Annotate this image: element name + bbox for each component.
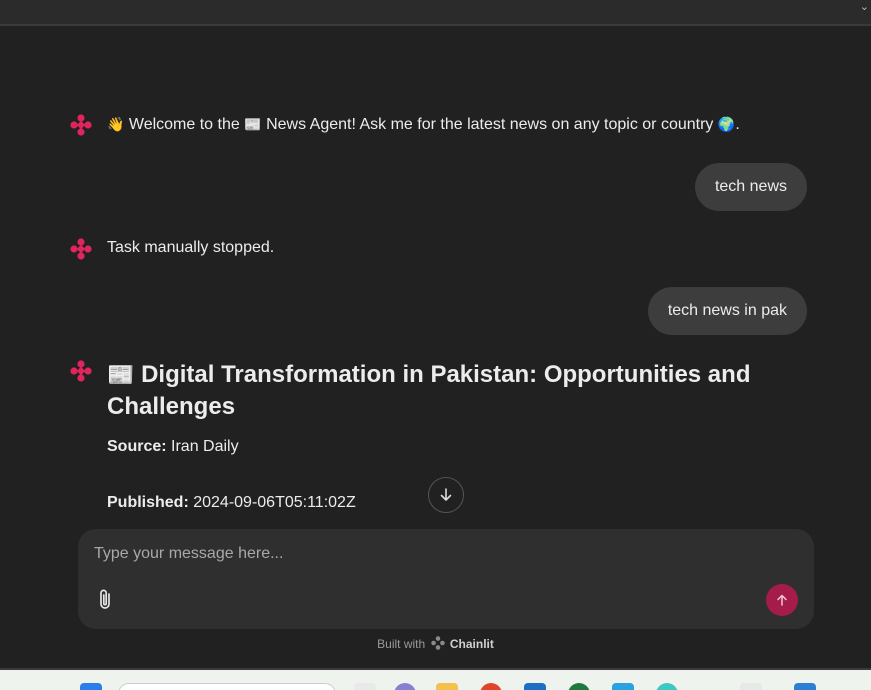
welcome-text-part: Welcome to the — [124, 116, 245, 133]
welcome-text: 👋 Welcome to the 📰 News Agent! Ask me fo… — [107, 113, 740, 136]
scroll-down-button[interactable] — [428, 477, 464, 513]
source-label: Source: — [107, 438, 167, 455]
newspaper-emoji: 📰 — [244, 116, 262, 132]
message-input[interactable] — [94, 541, 794, 567]
assistant-message-welcome: 👋 Welcome to the 📰 News Agent! Ask me fo… — [70, 113, 740, 136]
assistant-message-stopped: Task manually stopped. — [70, 237, 274, 260]
assistant-message-article: 📰 Digital Transformation in Pakistan: Op… — [70, 359, 757, 514]
footer-credit: Built with Chainlit — [0, 636, 871, 651]
chevron-icon[interactable]: ⌄ — [860, 0, 869, 13]
taskbar-app-icon[interactable] — [612, 683, 634, 690]
user-message-bubble: tech news in pak — [647, 287, 807, 335]
taskbar-folder-icon[interactable] — [436, 683, 458, 690]
message-composer — [78, 529, 814, 629]
taskbar-app-icon[interactable] — [394, 683, 416, 690]
globe-emoji: 🌍 — [717, 116, 736, 132]
start-icon[interactable] — [80, 683, 102, 690]
paperclip-icon[interactable] — [95, 588, 117, 612]
footer-prefix: Built with — [377, 637, 426, 651]
taskbar-app-icon[interactable] — [568, 683, 590, 690]
user-message-bubble: tech news — [694, 163, 807, 211]
published-value: 2024-09-06T05:11:02Z — [193, 494, 356, 511]
welcome-text-end: . — [735, 116, 740, 133]
newspaper-emoji: 📰 — [107, 362, 135, 387]
assistant-avatar-icon — [70, 238, 92, 260]
article-source: Source: Iran Daily — [107, 436, 757, 458]
article-title-text: Digital Transformation in Pakistan: Oppo… — [107, 361, 751, 420]
wave-emoji: 👋 — [107, 116, 125, 132]
taskbar-app-icon[interactable] — [794, 683, 816, 690]
assistant-avatar-icon — [70, 360, 92, 382]
taskbar-app-icon[interactable] — [524, 683, 546, 690]
window-top-bar: ⌄ — [0, 0, 871, 26]
os-taskbar — [0, 668, 871, 690]
taskbar-app-icon[interactable] — [656, 683, 678, 690]
taskbar-app-icon[interactable] — [480, 683, 502, 690]
assistant-avatar-icon — [70, 114, 92, 136]
published-label: Published: — [107, 494, 189, 511]
taskbar-app-icon[interactable] — [740, 683, 762, 690]
arrow-down-icon — [440, 488, 452, 501]
source-value: Iran Daily — [171, 438, 239, 455]
send-button[interactable] — [766, 584, 798, 616]
taskbar-app-icon[interactable] — [354, 683, 376, 690]
article-title: 📰 Digital Transformation in Pakistan: Op… — [107, 359, 757, 423]
taskbar-search-box[interactable] — [118, 683, 336, 690]
chainlit-logo-icon — [430, 636, 445, 650]
footer-brand[interactable]: Chainlit — [450, 637, 494, 651]
arrow-up-icon — [777, 594, 787, 606]
welcome-text-part: News Agent! Ask me for the latest news o… — [261, 116, 718, 133]
stopped-text: Task manually stopped. — [107, 239, 275, 256]
chat-area: 👋 Welcome to the 📰 News Agent! Ask me fo… — [0, 28, 871, 668]
